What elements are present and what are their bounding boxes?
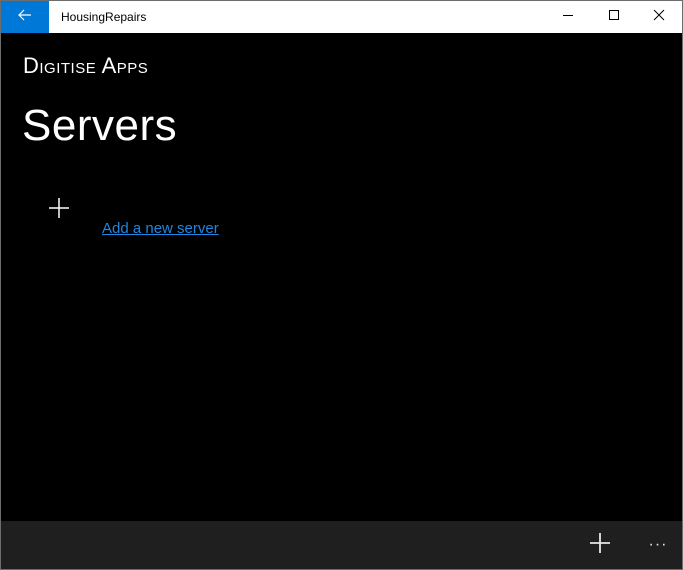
close-button[interactable]	[636, 1, 682, 33]
plus-icon	[589, 532, 611, 559]
more-options-button[interactable]: ···	[635, 521, 681, 569]
minimize-icon	[562, 8, 574, 26]
maximize-button[interactable]	[591, 1, 637, 33]
arrow-left-icon	[18, 8, 32, 26]
title-bar: HousingRepairs	[1, 1, 682, 33]
back-button[interactable]	[1, 1, 49, 33]
plus-icon[interactable]	[48, 197, 70, 219]
page-title: Servers	[22, 101, 178, 150]
more-icon: ···	[648, 536, 668, 553]
add-new-server-link[interactable]: Add a new server	[102, 220, 219, 237]
app-window: HousingRepairs Digitise Apps Servers Add…	[0, 0, 683, 570]
minimize-button[interactable]	[545, 1, 591, 33]
brand-title: Digitise Apps	[23, 53, 149, 78]
command-bar: ···	[1, 521, 682, 569]
add-server-button[interactable]	[577, 521, 623, 569]
maximize-icon	[608, 8, 620, 26]
close-icon	[653, 8, 665, 26]
app-title: HousingRepairs	[61, 10, 147, 24]
